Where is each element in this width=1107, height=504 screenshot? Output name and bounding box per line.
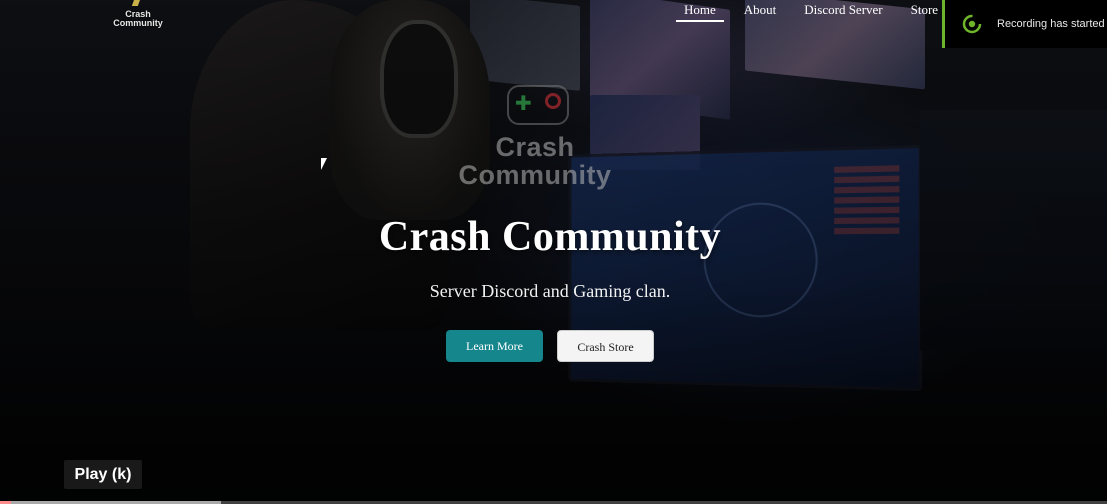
play-tooltip: Play (k): [64, 460, 142, 489]
crash-store-button[interactable]: Crash Store: [557, 330, 654, 362]
watermark-line-2: Community: [458, 160, 612, 190]
watermark-line-1: Crash: [495, 132, 575, 162]
main-nav: Home About Discord Server Store: [676, 0, 958, 22]
watermark-text: Crash Community: [455, 133, 615, 189]
dpad-plus-icon: ✚: [515, 91, 532, 115]
logo-text-line-2: Community: [113, 18, 163, 28]
site-logo[interactable]: Crash Community: [110, 0, 166, 30]
nav-about[interactable]: About: [736, 0, 785, 22]
mouse-cursor-icon: [321, 158, 333, 170]
hero-title: Crash Community: [378, 214, 722, 260]
recording-notification: Recording has started: [942, 0, 1107, 48]
nav-discord-server[interactable]: Discord Server: [796, 0, 890, 22]
recording-indicator-icon: [962, 14, 982, 34]
nav-home[interactable]: Home: [676, 0, 724, 22]
recording-text: Recording has started: [997, 18, 1105, 30]
learn-more-button[interactable]: Learn More: [446, 330, 543, 362]
button-ring-icon: [545, 93, 561, 109]
nav-store[interactable]: Store: [903, 0, 946, 22]
logo-watermark: ✚ Crash Community: [455, 85, 615, 195]
hero-subtitle: Server Discord and Gaming clan.: [429, 281, 671, 301]
